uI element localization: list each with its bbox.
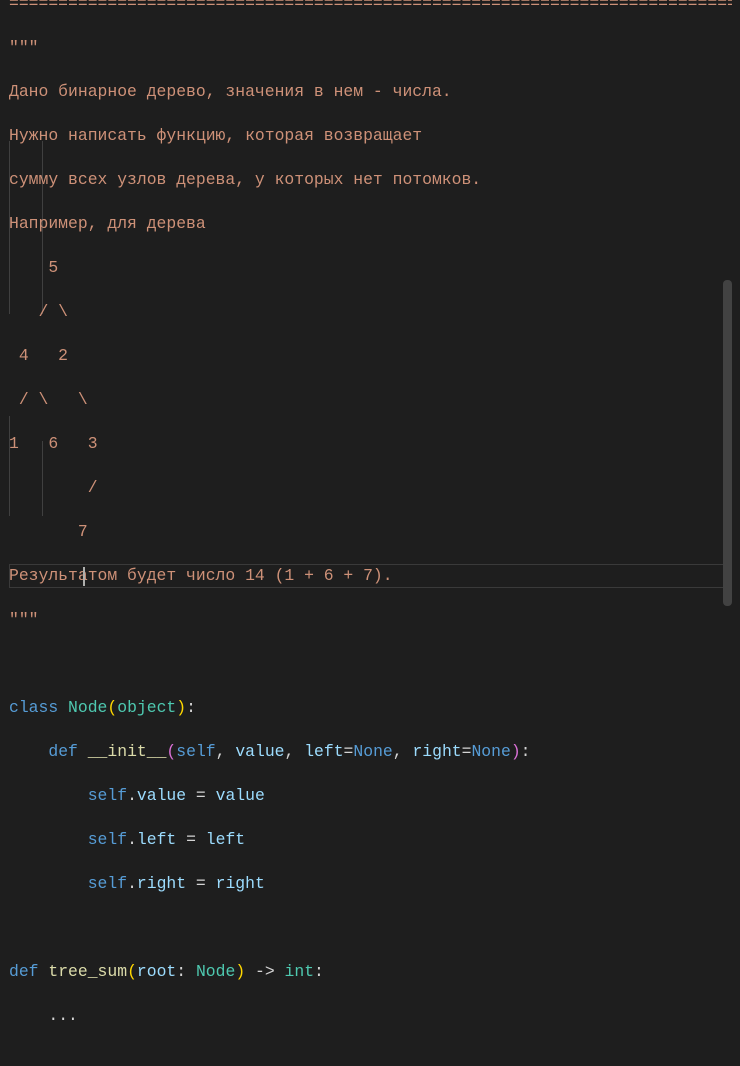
operator: = xyxy=(176,830,206,849)
punctuation: , xyxy=(392,742,413,761)
code-line-assign: self.right = right xyxy=(9,871,737,896)
overview-ruler xyxy=(732,0,740,606)
variable: left xyxy=(205,830,246,849)
code-line-tree: / \ xyxy=(9,302,69,321)
punctuation: . xyxy=(127,786,137,805)
operator: = xyxy=(186,786,216,805)
constant: None xyxy=(471,742,511,761)
variable: value xyxy=(215,786,265,805)
param: right xyxy=(412,742,462,761)
variable: right xyxy=(215,874,265,893)
type-annotation: Node xyxy=(195,962,236,981)
code-line-body: ... xyxy=(9,1003,737,1028)
punctuation: ( xyxy=(166,742,177,761)
attribute: right xyxy=(136,874,187,893)
constant: None xyxy=(353,742,393,761)
text-cursor xyxy=(83,567,85,586)
punctuation: = xyxy=(461,742,472,761)
code-line-docstring-close: """ xyxy=(9,610,39,629)
keyword: class xyxy=(9,698,59,717)
ellipsis: ... xyxy=(48,1006,78,1025)
punctuation: : xyxy=(314,962,324,981)
punctuation: , xyxy=(215,742,236,761)
code-line-tree: 5 xyxy=(9,258,59,277)
code-line-separator: ========================================… xyxy=(9,0,737,13)
attribute: left xyxy=(136,830,177,849)
code-line-docstring-open: """ xyxy=(9,38,39,57)
attribute: value xyxy=(136,786,187,805)
code-line-assign: self.value = value xyxy=(9,783,737,808)
self-param: self xyxy=(176,742,216,761)
code-line-docstring: Нужно написать функцию, которая возвраща… xyxy=(9,126,423,145)
punctuation: ) xyxy=(176,698,187,717)
punctuation: , xyxy=(284,742,305,761)
code-line-tree: 1 6 3 xyxy=(9,434,98,453)
self-ref: self xyxy=(87,874,128,893)
code-text[interactable]: ========================================… xyxy=(9,0,737,1066)
param: left xyxy=(304,742,344,761)
self-ref: self xyxy=(87,786,128,805)
punctuation: = xyxy=(343,742,354,761)
code-line-class-def: class Node(object): xyxy=(9,695,737,720)
punctuation: ) xyxy=(510,742,521,761)
code-line-docstring: Дано бинарное дерево, значения в нем - ч… xyxy=(9,82,452,101)
return-type: int xyxy=(284,962,315,981)
punctuation: : xyxy=(176,962,196,981)
punctuation: : xyxy=(520,742,531,761)
punctuation: ( xyxy=(107,698,118,717)
punctuation: . xyxy=(127,874,137,893)
class-name: Node xyxy=(68,698,108,717)
keyword: def xyxy=(9,962,39,981)
punctuation: ) xyxy=(235,962,246,981)
code-line-assign: self.left = left xyxy=(9,827,737,852)
code-line-docstring: Например, для дерева xyxy=(9,214,206,233)
code-editor[interactable]: ========================================… xyxy=(0,0,740,1025)
function-name: tree_sum xyxy=(48,962,128,981)
self-ref: self xyxy=(87,830,128,849)
code-line-docstring: сумму всех узлов дерева, у которых нет п… xyxy=(9,170,482,189)
code-line-tree: 4 2 xyxy=(9,346,69,365)
punctuation: : xyxy=(186,698,196,717)
param: value xyxy=(235,742,285,761)
punctuation: . xyxy=(127,830,137,849)
code-line-tree: / \ \ xyxy=(9,390,88,409)
keyword: def xyxy=(48,742,78,761)
operator: -> xyxy=(245,962,285,981)
code-line-tree: 7 xyxy=(9,522,88,541)
base-class: object xyxy=(117,698,177,717)
code-line-tree: / xyxy=(9,478,98,497)
function-name: __init__ xyxy=(87,742,167,761)
current-line-highlight xyxy=(9,564,732,588)
param: root xyxy=(136,962,177,981)
code-line-init-def: def __init__(self, value, left=None, rig… xyxy=(9,739,737,764)
operator: = xyxy=(186,874,216,893)
punctuation: ( xyxy=(127,962,137,981)
code-line-function-def: def tree_sum(root: Node) -> int: xyxy=(9,959,737,984)
vertical-scrollbar[interactable] xyxy=(723,280,732,606)
